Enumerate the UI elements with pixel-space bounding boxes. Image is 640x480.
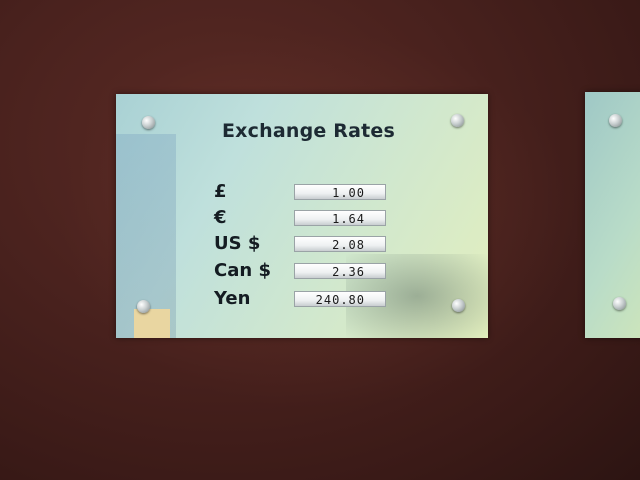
currency-label: US $ <box>214 233 261 254</box>
rate-row-cad: Can $ 2.36 <box>214 260 394 282</box>
rate-value: 1.00 <box>294 184 386 200</box>
rate-value: 240.80 <box>294 291 386 307</box>
bolt-icon <box>451 114 464 127</box>
bolt-icon <box>452 299 465 312</box>
rate-row-eur: € 1.64 <box>214 207 394 229</box>
exchange-rate-sign: Exchange Rates £ 1.00 € 1.64 US $ 2.08 C… <box>116 94 488 338</box>
rate-value: 1.64 <box>294 210 386 226</box>
rate-row-jpy: Yen 240.80 <box>214 288 394 310</box>
bolt-icon <box>142 116 155 129</box>
currency-label: £ <box>214 181 227 202</box>
bolt-icon <box>609 114 622 127</box>
currency-label: € <box>214 207 227 228</box>
rate-row-gbp: £ 1.00 <box>214 181 394 203</box>
adjacent-sign <box>585 92 640 338</box>
rate-row-usd: US $ 2.08 <box>214 233 394 255</box>
bolt-icon <box>137 300 150 313</box>
currency-label: Yen <box>214 288 251 309</box>
rate-value: 2.36 <box>294 263 386 279</box>
bolt-icon <box>613 297 626 310</box>
rate-value: 2.08 <box>294 236 386 252</box>
currency-label: Can $ <box>214 260 271 281</box>
glass-reflection <box>134 309 170 338</box>
sign-title: Exchange Rates <box>222 120 396 142</box>
